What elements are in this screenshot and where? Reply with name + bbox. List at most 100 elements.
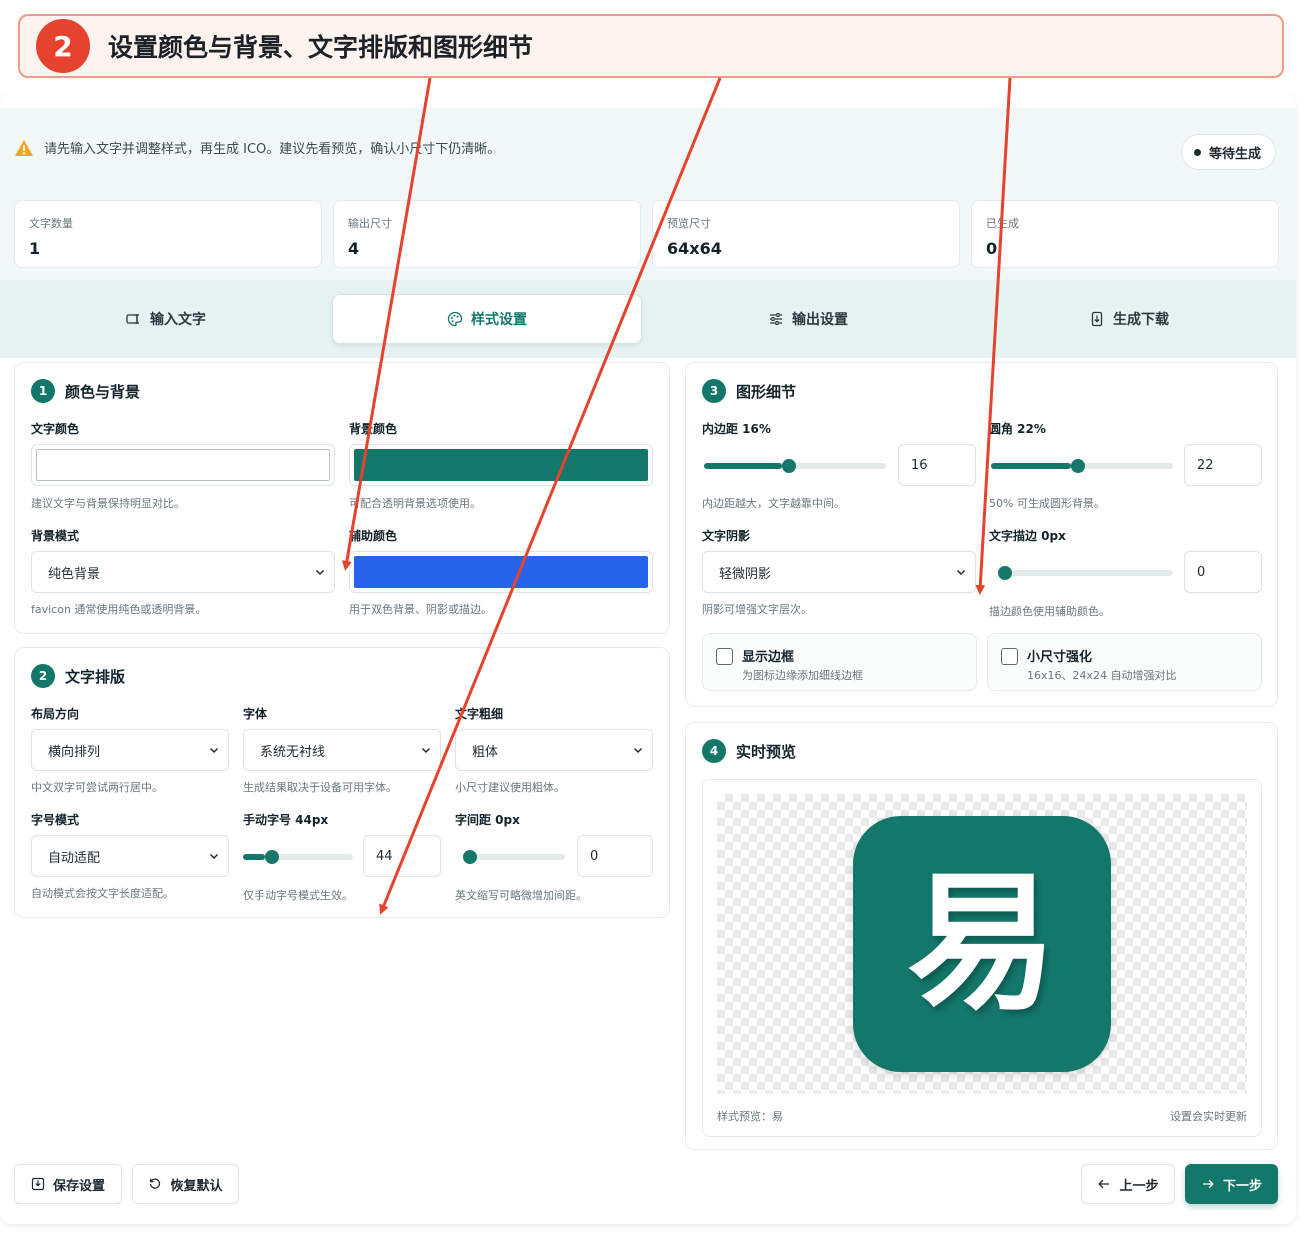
slider-thumb[interactable] <box>782 459 797 473</box>
text-color-label: 文字颜色 <box>31 422 80 436</box>
manual-size-hint: 仅手动字号模式生效。 <box>243 889 353 902</box>
padding-hint: 内边距越大，文字越靠中间。 <box>702 497 845 510</box>
show-border-title: 显示边框 <box>742 650 795 665</box>
tab-label: 样式设置 <box>471 312 527 328</box>
bg-color-swatch <box>354 449 648 481</box>
layout-select[interactable]: 横向排列 <box>31 729 229 771</box>
save-label: 保存设置 <box>52 1178 105 1194</box>
reset-default-button[interactable]: 恢复默认 <box>132 1164 239 1204</box>
panel-title: 文字排版 <box>65 667 126 686</box>
slider-thumb[interactable] <box>1071 459 1086 473</box>
prev-step-button[interactable]: 上一步 <box>1081 1164 1175 1204</box>
small-size-boost-title: 小尺寸强化 <box>1027 650 1093 665</box>
next-step-button[interactable]: 下一步 <box>1185 1164 1278 1204</box>
small-size-boost-checkbox[interactable] <box>1001 648 1018 665</box>
text-input-icon <box>126 314 139 324</box>
manual-size-input[interactable]: 44 <box>363 835 441 877</box>
stroke-slider[interactable] <box>998 566 1173 580</box>
small-size-boost-option[interactable]: 小尺寸强化 16x16、24x24 自动增强对比 <box>987 633 1262 691</box>
small-size-boost-sub: 16x16、24x24 自动增强对比 <box>1027 669 1177 682</box>
panel-number: 4 <box>702 739 726 763</box>
manual-size-slider[interactable] <box>243 850 353 864</box>
tab-output-settings[interactable]: 输出设置 <box>653 294 963 344</box>
font-label: 字体 <box>243 707 268 721</box>
padding-slider[interactable] <box>704 459 886 473</box>
slider-thumb[interactable] <box>998 566 1012 580</box>
panel-header: 2 文字排版 <box>31 664 125 688</box>
show-border-option[interactable]: 显示边框 为图标边缘添加细线边框 <box>702 633 977 691</box>
radius-input[interactable]: 22 <box>1184 444 1262 486</box>
font-hint: 生成结果取决于设备可用字体。 <box>243 781 397 794</box>
weight-label: 文字粗细 <box>455 707 504 721</box>
save-settings-button[interactable]: 保存设置 <box>14 1164 122 1204</box>
panel-title: 颜色与背景 <box>65 382 141 401</box>
stat-value: 1 <box>29 239 41 258</box>
padding-input[interactable]: 16 <box>898 444 976 486</box>
panel-header: 4 实时预览 <box>702 739 796 763</box>
bg-mode-hint: favicon 通常使用纯色或透明背景。 <box>31 603 207 616</box>
stats-row: 文字数量 1 输出尺寸 4 预览尺寸 64x64 已生成 0 <box>14 200 1279 268</box>
shadow-value: 轻微阴影 <box>719 566 772 582</box>
radius-hint: 50% 可生成圆形背景。 <box>989 497 1105 510</box>
spacing-slider[interactable] <box>463 850 565 864</box>
weight-select[interactable]: 粗体 <box>455 729 653 771</box>
preview-caption: 样式预览：易 <box>717 1110 783 1123</box>
size-mode-hint: 自动模式会按文字长度适配。 <box>31 887 174 900</box>
stat-value: 0 <box>986 239 998 258</box>
font-select[interactable]: 系统无衬线 <box>243 729 441 771</box>
shadow-select[interactable]: 轻微阴影 <box>702 551 976 593</box>
slider-thumb[interactable] <box>265 850 279 864</box>
tab-generate-download[interactable]: 生成下载 <box>974 294 1284 344</box>
stat-value: 4 <box>348 239 360 258</box>
manual-size-label: 手动字号 44px <box>243 813 329 827</box>
bg-color-picker[interactable] <box>349 444 653 486</box>
stroke-label: 文字描边 0px <box>989 529 1066 543</box>
aux-color-picker[interactable] <box>349 551 653 593</box>
bg-mode-value: 纯色背景 <box>48 566 101 582</box>
save-icon <box>31 1177 45 1191</box>
bg-mode-select[interactable]: 纯色背景 <box>31 551 335 593</box>
status-label: 等待生成 <box>1208 146 1261 162</box>
panel-header: 1 颜色与背景 <box>31 379 140 403</box>
sliders-icon <box>770 313 782 325</box>
shadow-label: 文字阴影 <box>702 529 751 543</box>
bg-mode-label: 背景模式 <box>31 529 80 543</box>
status-dot <box>1193 148 1201 156</box>
live-preview-panel: 4 实时预览 易 样式预览：易 设置会实时更新 <box>685 722 1278 1150</box>
text-color-picker[interactable] <box>31 444 335 486</box>
layout-hint: 中文双字可尝试两行居中。 <box>31 781 163 794</box>
spacing-input[interactable]: 0 <box>577 835 653 877</box>
font-value: 系统无衬线 <box>260 744 326 760</box>
chevron-down-icon <box>315 569 325 576</box>
layout-value: 横向排列 <box>48 744 101 760</box>
show-border-checkbox[interactable] <box>716 648 733 665</box>
icon-glyph: 易 <box>906 857 1057 1031</box>
tab-style-settings[interactable]: 样式设置 <box>332 294 642 344</box>
color-background-panel: 1 颜色与背景 文字颜色 建议文字与背景保持明显对比。 背景颜色 可配合透明背景… <box>14 362 670 634</box>
next-label: 下一步 <box>1222 1178 1262 1194</box>
bg-color-label: 背景颜色 <box>349 422 398 436</box>
stat-value: 64x64 <box>667 239 722 258</box>
tab-label: 输出设置 <box>792 312 848 328</box>
preview-area: 易 样式预览：易 设置会实时更新 <box>702 779 1262 1137</box>
status-badge: 等待生成 <box>1180 134 1276 170</box>
panel-title: 图形细节 <box>736 382 797 401</box>
reset-icon <box>150 1178 161 1189</box>
panel-number: 1 <box>31 379 55 403</box>
step-banner: 2 设置颜色与背景、文字排版和图形细节 <box>18 14 1284 78</box>
preview-update-note: 设置会实时更新 <box>1170 1110 1247 1123</box>
transparent-checkerboard: 易 <box>717 794 1247 1094</box>
aux-color-swatch <box>354 556 648 588</box>
tab-input-text[interactable]: 输入文字 <box>11 294 321 344</box>
chevron-down-icon <box>956 569 966 576</box>
warning-icon <box>15 139 33 156</box>
reset-label: 恢复默认 <box>170 1178 223 1194</box>
panel-number: 3 <box>702 379 726 403</box>
stroke-input[interactable]: 0 <box>1184 551 1262 593</box>
radius-slider[interactable] <box>991 459 1173 473</box>
radius-label: 圆角 22% <box>989 422 1046 436</box>
slider-thumb[interactable] <box>463 850 477 864</box>
size-mode-select[interactable]: 自动适配 <box>31 835 229 877</box>
spacing-label: 字间距 0px <box>455 813 520 827</box>
chevron-down-icon <box>209 853 219 860</box>
